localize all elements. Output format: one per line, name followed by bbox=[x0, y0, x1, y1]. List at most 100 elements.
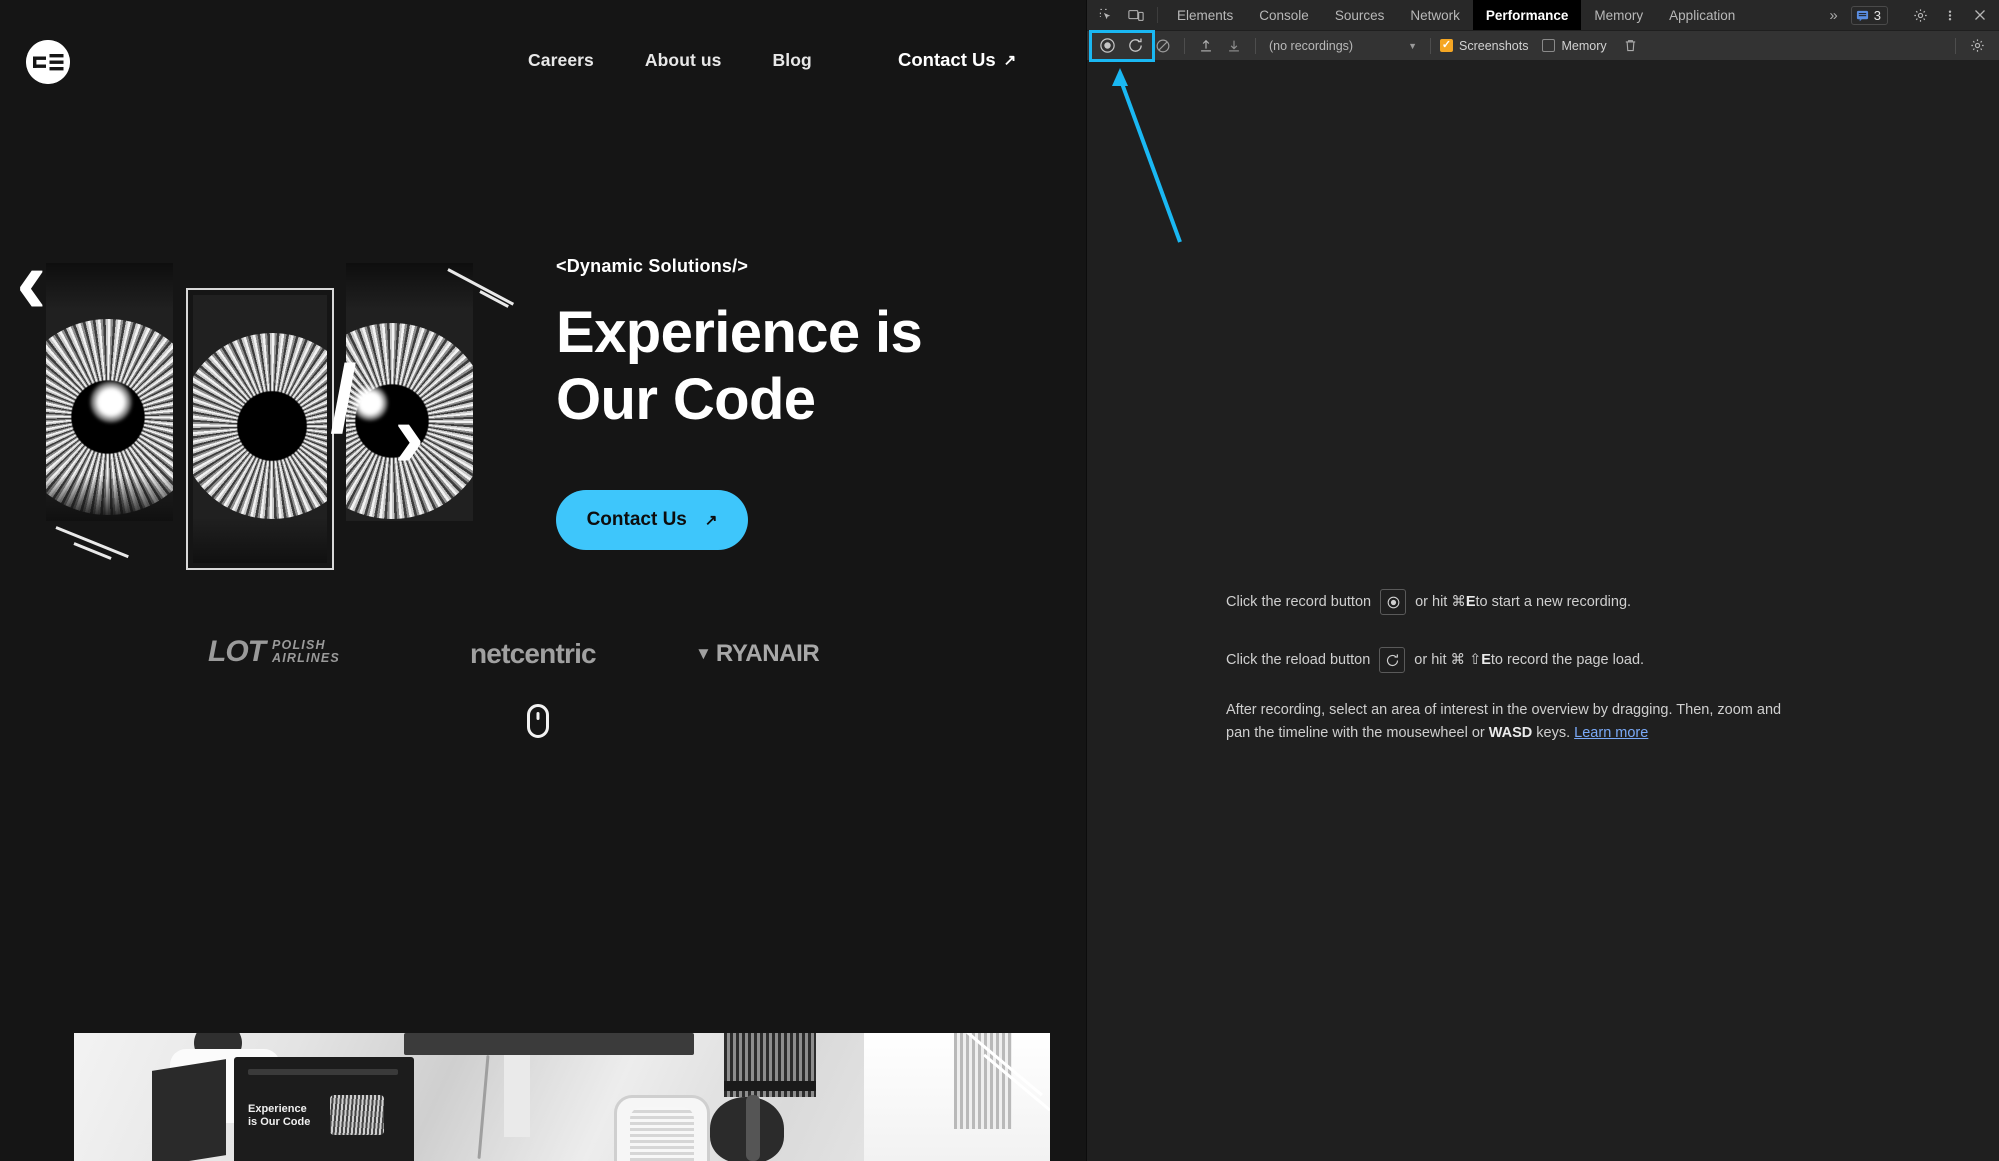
recordings-value: (no recordings) bbox=[1269, 38, 1354, 53]
photo-monitor: Experience is Our Code bbox=[234, 1057, 414, 1161]
memory-checkbox[interactable]: Memory bbox=[1542, 38, 1607, 53]
inspect-element-icon[interactable] bbox=[1091, 0, 1121, 30]
toolbar-divider bbox=[1157, 7, 1158, 23]
decor-slash: / bbox=[330, 346, 357, 453]
reload-and-record-button[interactable] bbox=[1121, 34, 1149, 58]
performance-panel-body: Click the record button or hit ⌘ E to st… bbox=[1087, 61, 1999, 1161]
wasd-keys-label: WASD bbox=[1488, 725, 1533, 742]
reload-instruction-tail: to record the page load. bbox=[1490, 652, 1645, 668]
devtools-tab-list: Elements Console Sources Network Perform… bbox=[1164, 0, 1748, 30]
client-logo-row: LOT POLISH AIRLINES netcentric ▼ RYANAIR bbox=[180, 635, 880, 675]
photo-desk-top bbox=[404, 1033, 694, 1055]
hero-copy: <Dynamic Solutions/> Experience is Our C… bbox=[556, 256, 1036, 434]
tab-sources[interactable]: Sources bbox=[1322, 0, 1398, 30]
reload-shortcut-key: E bbox=[1481, 652, 1491, 668]
toolbar-divider bbox=[1255, 37, 1256, 54]
tab-network[interactable]: Network bbox=[1397, 0, 1473, 30]
decor-streak bbox=[55, 526, 129, 559]
photo-monitor-heading: Experience is Our Code bbox=[248, 1103, 311, 1128]
tab-console[interactable]: Console bbox=[1246, 0, 1322, 30]
issues-count: 3 bbox=[1873, 7, 1881, 23]
eye-center-frame bbox=[186, 288, 334, 570]
photo-monitor-eye-image bbox=[330, 1095, 384, 1135]
record-instruction-row: Click the record button or hit ⌘ E to st… bbox=[1226, 589, 1786, 615]
carousel-prev-arrow[interactable]: ‹ bbox=[16, 236, 47, 328]
hero-eye-carousel bbox=[28, 250, 528, 570]
recordings-dropdown[interactable]: (no recordings) ▼ bbox=[1263, 36, 1423, 56]
memory-label: Memory bbox=[1561, 38, 1607, 53]
clear-button[interactable] bbox=[1149, 34, 1177, 58]
message-icon bbox=[1856, 10, 1868, 21]
photo-monitor-navbar bbox=[248, 1069, 398, 1075]
reload-instruction-after: or hit ⌘ ⇧ bbox=[1414, 652, 1482, 668]
screen: Careers About us Blog Contact Us ↗ ‹ › /… bbox=[0, 0, 1999, 1161]
issues-badge[interactable]: 3 bbox=[1850, 5, 1888, 25]
overview-instruction-paragraph: After recording, select an area of inter… bbox=[1226, 699, 1806, 746]
photo-chair-mesh bbox=[630, 1107, 694, 1161]
hero-section: ‹ › / <Dynamic Solutions/> Experience is… bbox=[0, 0, 1086, 920]
record-shortcut-key: E bbox=[1465, 594, 1476, 610]
client-logo-ryanair: ▼ RYANAIR bbox=[695, 640, 820, 668]
photo-cable bbox=[477, 1055, 490, 1159]
record-instruction-after: or hit ⌘ bbox=[1415, 594, 1466, 610]
load-profile-button[interactable] bbox=[1192, 34, 1220, 58]
screenshots-label: Screenshots bbox=[1459, 38, 1529, 53]
record-instruction-before: Click the record button bbox=[1226, 594, 1372, 610]
devtools-tabbar-actions: » 3 bbox=[1819, 0, 1999, 30]
office-photo: Experience is Our Code bbox=[74, 1033, 1050, 1161]
photo-desk-leg bbox=[504, 1055, 530, 1137]
hero-contact-us-button[interactable]: Contact Us ↗ bbox=[556, 490, 748, 550]
collect-garbage-button[interactable] bbox=[1617, 34, 1645, 58]
chevron-down-icon: ▼ bbox=[1408, 40, 1417, 51]
photo-standing-person-belt bbox=[724, 1081, 816, 1091]
client-logo-netcentric: netcentric bbox=[470, 638, 597, 669]
ryanair-harp-icon: ▼ bbox=[695, 644, 712, 663]
eye-highlight bbox=[352, 385, 388, 421]
learn-more-link[interactable]: Learn more bbox=[1574, 725, 1648, 741]
checkbox-checked-icon: ✓ bbox=[1440, 39, 1453, 52]
reload-instruction-before: Click the reload button bbox=[1226, 652, 1371, 668]
tab-elements[interactable]: Elements bbox=[1164, 0, 1246, 30]
screenshots-checkbox[interactable]: ✓ Screenshots bbox=[1440, 39, 1528, 53]
hero-heading: Experience is Our Code bbox=[556, 300, 923, 433]
toolbar-divider bbox=[1430, 37, 1431, 54]
eye-image-left bbox=[46, 263, 173, 521]
eyelid-shade-bottom bbox=[46, 475, 173, 521]
overview-instruction-part2: keys. bbox=[1532, 725, 1575, 742]
performance-toolbar: (no recordings) ▼ ✓ Screenshots Memory bbox=[1087, 30, 1999, 62]
reload-instruction-row: Click the reload button or hit ⌘ ⇧ E to … bbox=[1226, 647, 1786, 673]
more-tabs-icon[interactable]: » bbox=[1819, 7, 1846, 24]
tab-performance[interactable]: Performance bbox=[1472, 0, 1582, 30]
capture-settings-gear-icon[interactable] bbox=[1963, 34, 1991, 58]
photo-laptop bbox=[152, 1059, 226, 1161]
inline-reload-button[interactable] bbox=[1379, 647, 1406, 673]
eye-highlight bbox=[90, 381, 132, 423]
tab-application[interactable]: Application bbox=[1656, 0, 1748, 30]
toolbar-divider bbox=[1184, 37, 1185, 54]
client-logo-ryanair-text: RYANAIR bbox=[715, 640, 820, 667]
client-logo-lot-line1: POLISH bbox=[272, 637, 326, 652]
checkbox-unchecked-icon bbox=[1542, 39, 1556, 52]
scroll-mouse-icon bbox=[527, 704, 549, 738]
website-viewport: Careers About us Blog Contact Us ↗ ‹ › /… bbox=[0, 0, 1086, 1161]
client-logo-lot-line2: AIRLINES bbox=[272, 651, 340, 665]
devtools-panel: Elements Console Sources Network Perform… bbox=[1086, 0, 1999, 1161]
save-profile-button[interactable] bbox=[1220, 34, 1248, 58]
toolbar-divider bbox=[1955, 37, 1956, 54]
carousel-next-arrow[interactable]: › bbox=[394, 390, 425, 482]
tab-memory[interactable]: Memory bbox=[1581, 0, 1656, 30]
performance-landing-instructions: Click the record button or hit ⌘ E to st… bbox=[1226, 589, 1786, 746]
photo-headphones bbox=[746, 1095, 760, 1161]
toolbar-right-actions bbox=[1948, 34, 1999, 58]
client-logo-lot-mark: LOT bbox=[208, 635, 266, 668]
decor-streak bbox=[73, 542, 112, 560]
inline-record-button[interactable] bbox=[1380, 589, 1407, 615]
settings-gear-icon[interactable] bbox=[1905, 8, 1935, 23]
record-button[interactable] bbox=[1093, 34, 1121, 58]
close-devtools-icon[interactable] bbox=[1965, 8, 1995, 22]
record-instruction-tail: to start a new recording. bbox=[1475, 594, 1632, 610]
eyelid-shade-top bbox=[46, 263, 173, 309]
eyelid-shade-top bbox=[346, 263, 473, 309]
more-options-icon[interactable] bbox=[1935, 8, 1965, 23]
device-toolbar-icon[interactable] bbox=[1121, 0, 1151, 30]
